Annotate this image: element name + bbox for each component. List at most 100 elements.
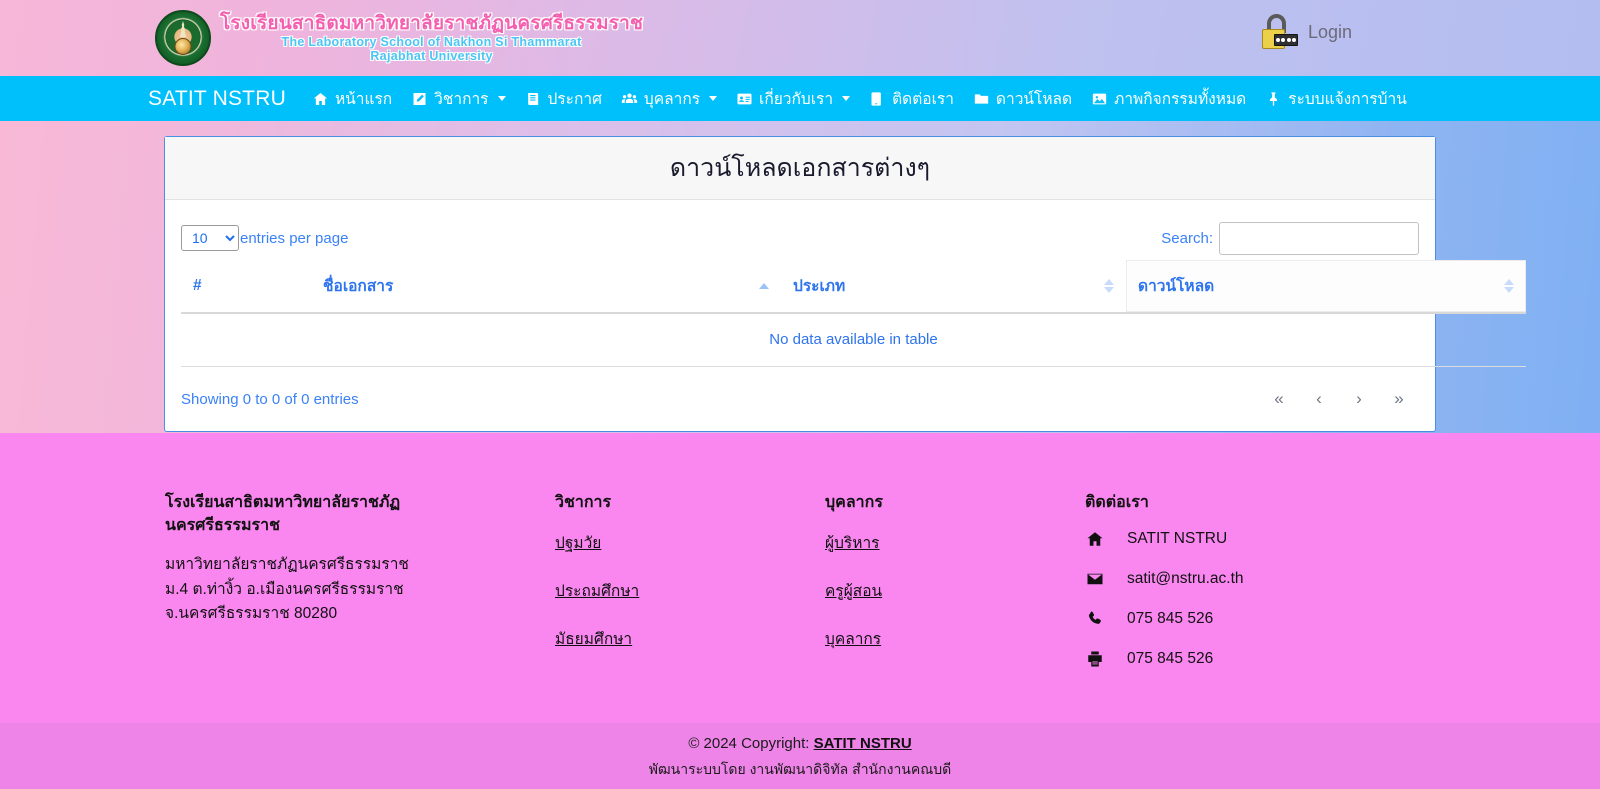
nav-item-label: ภาพกิจกรรมทั้งหมด bbox=[1114, 91, 1247, 108]
table-header-download[interactable]: ดาวน์โหลด bbox=[1126, 260, 1526, 314]
school-crest-logo bbox=[155, 10, 211, 66]
folder-icon bbox=[973, 91, 990, 107]
footer-contact-fax: 075 845 526 bbox=[1085, 650, 1425, 668]
entries-per-page-label: entries per page bbox=[240, 229, 349, 247]
nav-item-homework-system[interactable]: ระบบแจ้งการบ้าน bbox=[1265, 86, 1407, 111]
datatable-controls: 10 25 50 100 entries per page Search: bbox=[181, 216, 1419, 260]
table-header-number[interactable]: # bbox=[181, 260, 311, 314]
sort-arrows-icon bbox=[759, 283, 769, 289]
footer-column-staff: บุคลากร ผู้บริหาร ครูผู้สอน บุคลากร bbox=[825, 491, 1085, 690]
entries-per-page-select[interactable]: 10 25 50 100 bbox=[181, 225, 239, 251]
site-footer: โรงเรียนสาธิตมหาวิทยาลัยราชภัฏนครศรีธรรม… bbox=[0, 433, 1600, 723]
footer-contact-phone: 075 845 526 bbox=[1085, 610, 1425, 628]
site-logo-block[interactable]: โรงเรียนสาธิตมหาวิทยาลัยราชภัฏนครศรีธรรม… bbox=[155, 10, 643, 66]
footer-columns: โรงเรียนสาธิตมหาวิทยาลัยราชภัฏนครศรีธรรม… bbox=[155, 491, 1445, 690]
login-label: Login bbox=[1307, 21, 1352, 42]
footer-staff-heading: บุคลากร bbox=[825, 494, 883, 511]
book-icon bbox=[525, 91, 542, 107]
footer-contact-email: satit@nstru.ac.th bbox=[1085, 570, 1425, 588]
footer-contact-value: SATIT NSTRU bbox=[1127, 530, 1228, 548]
footer-column-contact: ติดต่อเรา SATIT NSTRU satit@nstru.ac.th … bbox=[1085, 491, 1425, 690]
brand-title-thai: โรงเรียนสาธิตมหาวิทยาลัยราชภัฏนครศรีธรรม… bbox=[220, 13, 644, 35]
nav-item-label: เกี่ยวกับเรา bbox=[759, 91, 834, 108]
home-icon bbox=[1085, 530, 1105, 548]
nav-item-staff[interactable]: บุคลากร bbox=[621, 86, 718, 111]
page-content-area: ดาวน์โหลดเอกสารต่างๆ 10 25 50 100 entrie… bbox=[0, 121, 1600, 433]
nav-item-gallery[interactable]: ภาพกิจกรรมทั้งหมด bbox=[1091, 86, 1246, 111]
nav-item-announcement[interactable]: ประกาศ bbox=[525, 86, 602, 111]
sort-arrows-icon bbox=[1504, 279, 1514, 293]
pagination: « ‹ › » bbox=[1259, 389, 1419, 409]
footer-column-academic: วิชาการ ปฐมวัย ประถมศึกษา มัธยมศึกษา bbox=[555, 491, 825, 690]
search-label: Search: bbox=[1161, 229, 1213, 247]
phone-icon bbox=[1085, 610, 1105, 628]
table-header-type[interactable]: ประเภท bbox=[781, 260, 1126, 314]
image-icon bbox=[1091, 91, 1108, 107]
footer-school-heading: โรงเรียนสาธิตมหาวิทยาลัยราชภัฏนครศรีธรรม… bbox=[165, 494, 401, 535]
footer-address-line-3: จ.นครศรีธรรมราช 80280 bbox=[165, 605, 338, 623]
footer-link-personnel[interactable]: บุคลากร bbox=[825, 626, 881, 651]
sort-arrows-icon bbox=[1104, 279, 1114, 293]
nav-item-label: ระบบแจ้งการบ้าน bbox=[1288, 91, 1407, 108]
table-empty-row: No data available in table bbox=[181, 313, 1526, 367]
footer-contact-organization: SATIT NSTRU bbox=[1085, 530, 1425, 548]
footer-contact-heading: ติดต่อเรา bbox=[1085, 494, 1149, 511]
column-label: ชื่อเอกสาร bbox=[323, 278, 394, 295]
nav-item-label: ประกาศ bbox=[547, 91, 602, 108]
search-control: Search: bbox=[1161, 221, 1419, 255]
column-label: # bbox=[193, 276, 202, 294]
footer-contact-value: 075 845 526 bbox=[1127, 610, 1214, 628]
copyright-line: © 2024 Copyright: SATIT NSTRU bbox=[0, 735, 1600, 752]
card-body: 10 25 50 100 entries per page Search: bbox=[165, 200, 1526, 431]
footer-link-administrators[interactable]: ผู้บริหาร bbox=[825, 530, 880, 555]
main-navigation: SATIT NSTRU หน้าแรก วิชาการ ประกาศ บุคลา… bbox=[0, 76, 1600, 121]
phone-icon bbox=[869, 91, 886, 107]
pagination-last[interactable]: » bbox=[1379, 389, 1419, 409]
nav-item-contact-us[interactable]: ติดต่อเรา bbox=[869, 86, 954, 111]
chevron-down-icon bbox=[709, 96, 718, 101]
pencil-square-icon bbox=[411, 91, 428, 107]
footer-academic-heading: วิชาการ bbox=[555, 494, 612, 511]
nav-items-list: หน้าแรก วิชาการ ประกาศ บุคลากร เกี่ยวกับ… bbox=[312, 86, 1407, 111]
nav-brand[interactable]: SATIT NSTRU bbox=[148, 87, 286, 111]
thumbtack-icon bbox=[1265, 91, 1282, 107]
pagination-previous[interactable]: ‹ bbox=[1299, 389, 1339, 409]
site-header: โรงเรียนสาธิตมหาวิทยาลัยราชภัฏนครศรีธรรม… bbox=[0, 0, 1600, 76]
nav-item-download[interactable]: ดาวน์โหลด bbox=[973, 86, 1072, 111]
footer-link-teachers[interactable]: ครูผู้สอน bbox=[825, 578, 882, 603]
search-input[interactable] bbox=[1219, 221, 1419, 255]
column-label: ดาวน์โหลด bbox=[1138, 278, 1215, 295]
nav-item-home[interactable]: หน้าแรก bbox=[312, 86, 392, 111]
footer-contact-value: satit@nstru.ac.th bbox=[1127, 570, 1244, 588]
footer-link-kindergarten[interactable]: ปฐมวัย bbox=[555, 530, 601, 555]
pagination-first[interactable]: « bbox=[1259, 389, 1299, 409]
footer-link-primary[interactable]: ประถมศึกษา bbox=[555, 578, 639, 603]
nav-item-academic[interactable]: วิชาการ bbox=[411, 86, 506, 111]
users-icon bbox=[621, 91, 638, 107]
table-header-row: # ชื่อเอกสาร ประเภท ดาวน์โหลด bbox=[181, 260, 1526, 314]
nav-item-label: หน้าแรก bbox=[334, 91, 393, 108]
footer-link-secondary[interactable]: มัธยมศึกษา bbox=[555, 626, 632, 651]
footer-contact-value: 075 845 526 bbox=[1127, 650, 1214, 668]
chevron-down-icon bbox=[842, 96, 851, 101]
login-button[interactable]: Login bbox=[1260, 14, 1352, 50]
table-head: # ชื่อเอกสาร ประเภท ดาวน์โหลด bbox=[181, 260, 1526, 314]
no-data-message: No data available in table bbox=[181, 313, 1526, 367]
column-label: ประเภท bbox=[793, 278, 846, 295]
brand-text-group: โรงเรียนสาธิตมหาวิทยาลัยราชภัฏนครศรีธรรม… bbox=[220, 13, 643, 62]
brand-title-english-line2: Rajabhat University bbox=[370, 48, 493, 63]
pagination-next[interactable]: › bbox=[1339, 389, 1379, 409]
id-card-icon bbox=[736, 91, 753, 107]
copyright-link[interactable]: SATIT NSTRU bbox=[814, 735, 912, 752]
downloads-card: ดาวน์โหลดเอกสารต่างๆ 10 25 50 100 entrie… bbox=[164, 136, 1526, 432]
page-title: ดาวน์โหลดเอกสารต่างๆ bbox=[669, 154, 931, 182]
nav-item-about-us[interactable]: เกี่ยวกับเรา bbox=[736, 86, 851, 111]
nav-item-label: ติดต่อเรา bbox=[892, 91, 954, 108]
brand-title-english-line1: The Laboratory School of Nakhon Si Thamm… bbox=[281, 34, 582, 49]
envelope-icon bbox=[1085, 570, 1105, 588]
copyright-subline: พัฒนาระบบโดย งานพัฒนาดิจิทัล สำนักงานคณบ… bbox=[648, 761, 952, 777]
datatable-footer: Showing 0 to 0 of 0 entries « ‹ › » bbox=[181, 389, 1419, 409]
footer-column-school: โรงเรียนสาธิตมหาวิทยาลัยราชภัฏนครศรีธรรม… bbox=[155, 491, 555, 690]
table-body: No data available in table bbox=[181, 313, 1526, 367]
table-header-document-name[interactable]: ชื่อเอกสาร bbox=[311, 260, 781, 314]
